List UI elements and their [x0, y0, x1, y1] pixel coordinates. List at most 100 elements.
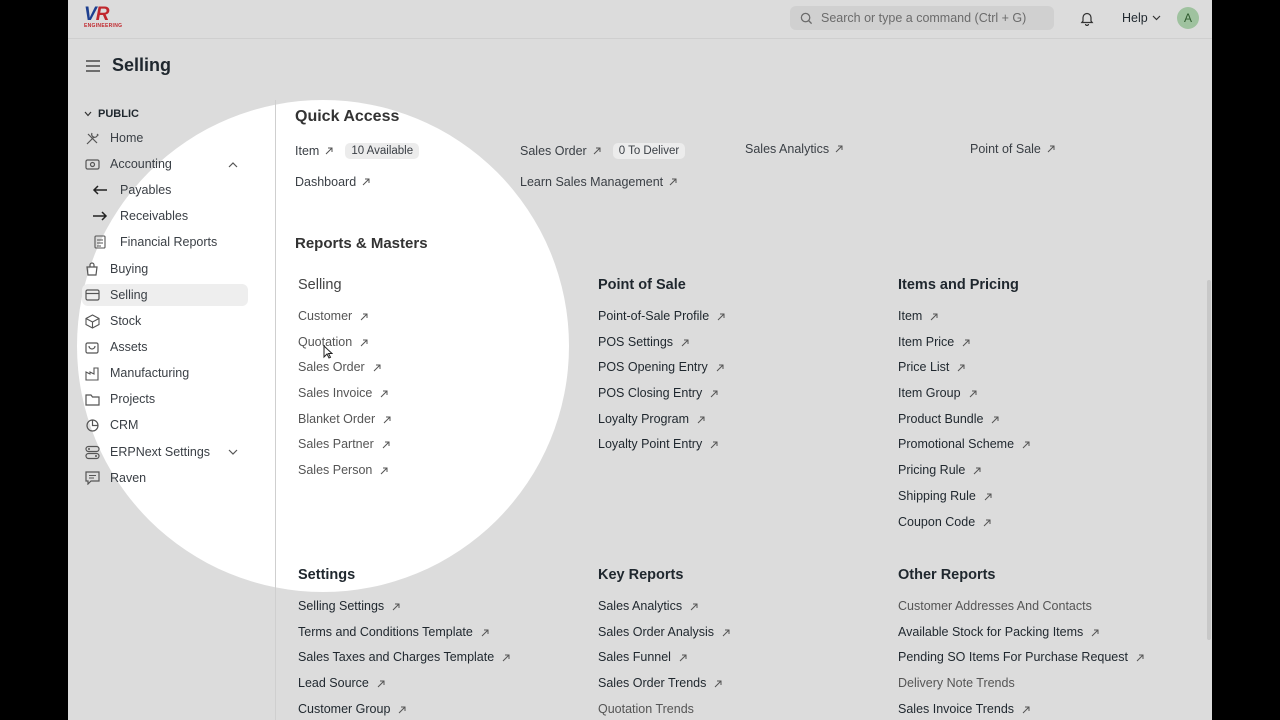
quick-link-item[interactable]: Item 10 Available: [295, 143, 420, 159]
sidebar-item-stock[interactable]: Stock: [82, 310, 248, 332]
arrow-up-right-icon: [669, 178, 677, 186]
arrow-up-right-icon: [399, 706, 406, 714]
arrow-up-right-icon: [697, 416, 705, 424]
sidebar-item-raven[interactable]: Raven: [82, 467, 248, 489]
sidebar-item-financial-reports[interactable]: Financial Reports: [82, 231, 248, 253]
quick-link-sales-analytics[interactable]: Sales Analytics: [745, 142, 843, 156]
card-link[interactable]: POS Closing Entry: [598, 386, 888, 412]
card-link[interactable]: Shipping Rule: [898, 489, 1188, 515]
card-link[interactable]: Available Stock for Packing Items: [898, 625, 1188, 651]
quick-link-learn-sales-management[interactable]: Learn Sales Management: [520, 175, 677, 189]
card-link-label: Product Bundle: [898, 411, 984, 426]
folder-icon: [84, 391, 100, 407]
chevron-down-icon[interactable]: [228, 449, 238, 456]
card-link-label: Sales Funnel: [598, 650, 671, 665]
quick-link-sales-order[interactable]: Sales Order 0 To Deliver: [520, 143, 686, 159]
card-link[interactable]: Promotional Scheme: [898, 437, 1188, 463]
card-items-and-pricing: Items and Pricing Item Item Price Price …: [898, 277, 1188, 540]
menu-icon[interactable]: [86, 59, 100, 72]
card-link[interactable]: Item Price: [898, 335, 1188, 361]
card-link[interactable]: Blanket Order: [298, 412, 588, 438]
card-link-label: Blanket Order: [298, 411, 376, 426]
sidebar-item-label: Accounting: [110, 157, 172, 171]
card-link[interactable]: Item: [898, 309, 1188, 335]
card-link[interactable]: Product Bundle: [898, 412, 1188, 438]
arrow-up-right-icon: [377, 680, 385, 688]
sidebar-item-home[interactable]: Home: [82, 127, 248, 149]
sidebar-item-receivables[interactable]: Receivables: [82, 205, 248, 227]
card-link[interactable]: Customer Addresses And Contacts: [898, 599, 1188, 625]
card-link[interactable]: Sales Analytics: [598, 599, 888, 625]
arrow-up-right-icon: [593, 147, 601, 155]
card-link[interactable]: Sales Person: [298, 463, 588, 489]
company-logo[interactable]: VR ENGINEERING: [84, 5, 128, 31]
arrow-up-right-icon: [679, 654, 687, 662]
workspace-content: Quick Access Item 10 Available Sales Ord…: [276, 0, 1212, 720]
arrow-up-right-icon: [984, 493, 992, 501]
card-link[interactable]: Price List: [898, 360, 1188, 386]
card-link[interactable]: Sales Invoice: [298, 386, 588, 412]
card-link[interactable]: Point-of-Sale Profile: [598, 309, 888, 335]
sidebar-item-accounting[interactable]: Accounting: [82, 153, 248, 175]
card-link[interactable]: Customer: [298, 309, 588, 335]
card-link-label: Promotional Scheme: [898, 437, 1015, 452]
card-link[interactable]: Sales Partner: [298, 437, 588, 463]
card-link[interactable]: Sales Order Analysis: [598, 625, 888, 651]
sidebar-item-label: Selling: [110, 288, 148, 302]
sidebar-item-label: Raven: [110, 471, 147, 485]
card-link[interactable]: Delivery Note Trends: [898, 676, 1188, 702]
card-link[interactable]: Customer Group: [298, 702, 588, 720]
arrow-up-right-icon: [969, 390, 977, 398]
card-link[interactable]: Loyalty Program: [598, 412, 888, 438]
card-link[interactable]: Lead Source: [298, 676, 588, 702]
sidebar-item-selling[interactable]: Selling: [82, 284, 248, 306]
arrow-up-right-icon: [962, 339, 970, 347]
card-link[interactable]: POS Opening Entry: [598, 360, 888, 386]
sidebar-item-label: ERPNext Settings: [110, 445, 211, 459]
arrow-up-right-icon: [1022, 441, 1030, 449]
sidebar-item-projects[interactable]: Projects: [82, 388, 248, 410]
sidebar-item-assets[interactable]: Assets: [82, 336, 248, 358]
sidebar-section-public[interactable]: PUBLIC: [84, 108, 139, 120]
sidebar-item-crm[interactable]: CRM: [82, 414, 248, 436]
chevron-up-icon[interactable]: [228, 161, 238, 168]
quick-link-label: Sales Order: [520, 144, 587, 158]
card-link[interactable]: Quotation Trends: [598, 702, 888, 720]
arrow-up-right-icon: [502, 654, 510, 662]
page-header: Selling: [86, 55, 171, 76]
card-link[interactable]: Pricing Rule: [898, 463, 1188, 489]
quick-link-dashboard[interactable]: Dashboard: [295, 175, 370, 189]
card-link[interactable]: Sales Invoice Trends: [898, 702, 1188, 720]
tools-icon: [84, 130, 100, 146]
card-link[interactable]: Item Group: [898, 386, 1188, 412]
card-link[interactable]: Sales Taxes and Charges Template: [298, 650, 588, 676]
card-link[interactable]: POS Settings: [598, 335, 888, 361]
card-title: Other Reports: [898, 567, 996, 583]
arrow-up-right-icon: [958, 364, 965, 372]
quick-link-point-of-sale[interactable]: Point of Sale: [970, 142, 1055, 156]
card-link[interactable]: Selling Settings: [298, 599, 588, 625]
arrow-up-right-icon: [325, 147, 333, 155]
card-link[interactable]: Coupon Code: [898, 515, 1188, 541]
card-link-label: Customer Addresses And Contacts: [898, 599, 1092, 613]
arrow-up-right-icon: [1136, 654, 1144, 662]
sidebar-item-erpnext-settings[interactable]: ERPNext Settings: [82, 441, 248, 463]
card-link[interactable]: Pending SO Items For Purchase Request: [898, 650, 1188, 676]
reports-masters-heading: Reports & Masters: [295, 235, 428, 252]
card-other-reports: Other Reports Customer Addresses And Con…: [898, 567, 1188, 720]
arrow-up-right-icon: [974, 467, 981, 475]
card-link[interactable]: Terms and Conditions Template: [298, 625, 588, 651]
scrollbar[interactable]: [1207, 280, 1211, 640]
arrow-up-right-icon: [983, 519, 991, 526]
sidebar-item-payables[interactable]: Payables: [82, 179, 248, 201]
sidebar-item-label: Buying: [110, 262, 149, 276]
card-link[interactable]: Sales Order: [298, 360, 588, 386]
card-link-label: Selling Settings: [298, 599, 385, 613]
card-link[interactable]: Quotation: [298, 335, 588, 361]
sidebar-item-manufacturing[interactable]: Manufacturing: [82, 362, 248, 384]
card-link[interactable]: Sales Funnel: [598, 650, 888, 676]
card-link[interactable]: Sales Order Trends: [598, 676, 888, 702]
card-link[interactable]: Loyalty Point Entry: [598, 437, 888, 463]
sidebar-item-buying[interactable]: Buying: [82, 258, 248, 280]
mouse-cursor-icon: [323, 345, 333, 359]
